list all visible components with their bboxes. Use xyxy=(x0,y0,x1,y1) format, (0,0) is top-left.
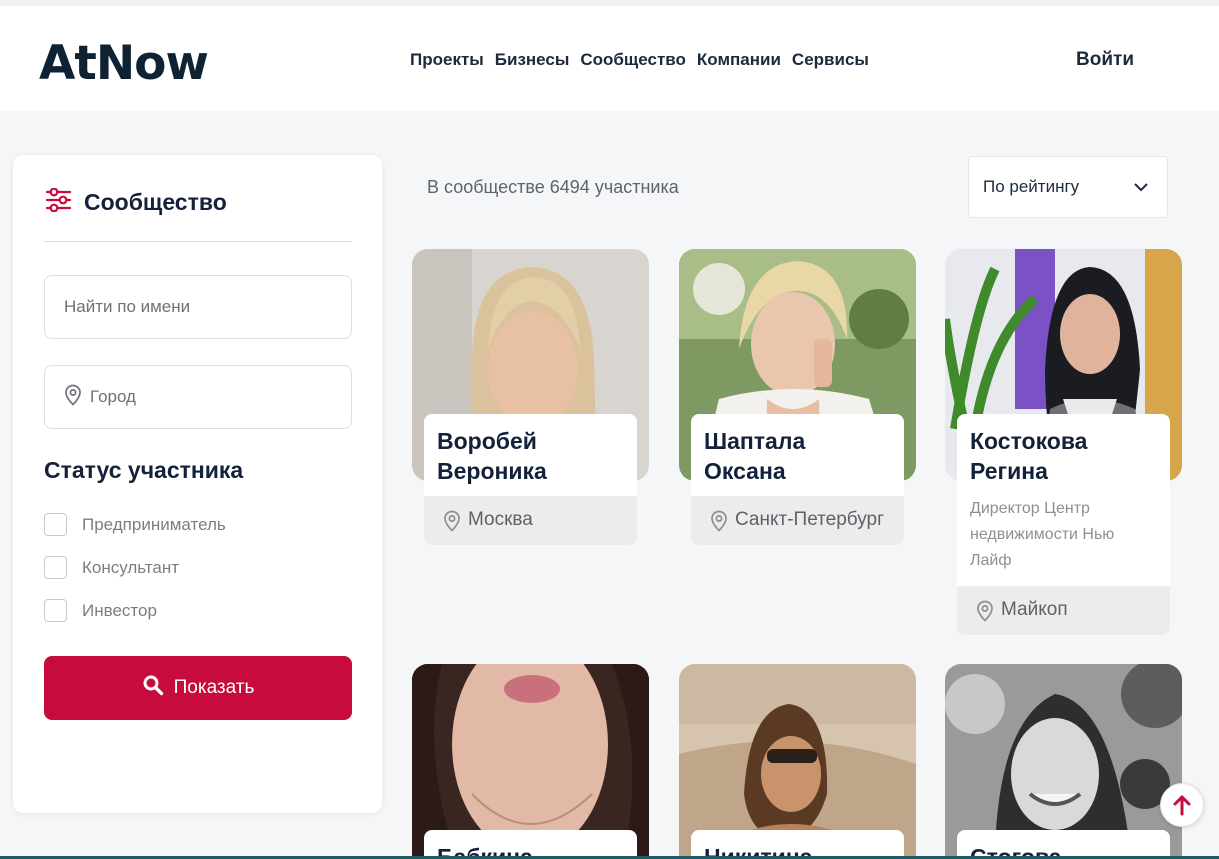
scroll-to-top-button[interactable] xyxy=(1160,783,1204,827)
status-title: Статус участника xyxy=(44,457,244,483)
checkbox[interactable] xyxy=(44,599,67,622)
arrow-up-icon xyxy=(1173,795,1191,816)
sort-value: По рейтингу xyxy=(983,177,1080,196)
location-pin-icon xyxy=(444,510,460,532)
member-location: Майкоп xyxy=(957,586,1170,635)
member-name[interactable]: Стогова xyxy=(957,830,1170,859)
city-input[interactable] xyxy=(90,387,351,407)
status-label: Инвестор xyxy=(82,600,157,620)
name-search-input[interactable] xyxy=(64,297,351,317)
location-pin-icon xyxy=(977,600,993,622)
nav-community[interactable]: Сообщество xyxy=(580,50,686,70)
site-header: AtNow Проекты Бизнесы Сообщество Компани… xyxy=(0,6,1219,111)
member-info: Шаптала Оксана Санкт-Петербург xyxy=(691,414,904,545)
member-name[interactable]: Никитина xyxy=(691,830,904,859)
sliders-icon xyxy=(45,187,72,217)
checkbox[interactable] xyxy=(44,556,67,579)
show-button[interactable]: Показать xyxy=(44,656,352,720)
member-info: Бабкина xyxy=(424,830,637,859)
location-pin-icon xyxy=(711,510,727,532)
member-info: Стогова xyxy=(957,830,1170,859)
status-option-entrepreneur[interactable]: Предприниматель xyxy=(44,513,226,536)
member-city: Санкт-Петербург xyxy=(735,509,885,530)
member-name[interactable]: Бабкина xyxy=(424,830,637,859)
search-icon xyxy=(142,674,164,702)
member-name[interactable]: Костокова Регина xyxy=(957,414,1170,496)
member-location: Москва xyxy=(424,496,637,545)
divider xyxy=(44,241,352,242)
member-role: Директор Центр недвижимости Нью Лайф xyxy=(970,500,1115,569)
nav-projects[interactable]: Проекты xyxy=(410,50,484,70)
login-button[interactable]: Войти xyxy=(1076,49,1134,71)
member-city: Майкоп xyxy=(1001,599,1068,620)
nav-businesses[interactable]: Бизнесы xyxy=(495,50,570,70)
member-name[interactable]: Воробей Вероника xyxy=(424,414,637,496)
members-count: В сообществе 6494 участника xyxy=(427,177,679,197)
logo[interactable]: AtNow xyxy=(39,36,209,91)
checkbox[interactable] xyxy=(44,513,67,536)
show-button-label: Показать xyxy=(173,677,255,698)
member-info: Костокова Регина Директор Центр недвижим… xyxy=(957,414,1170,635)
chevron-down-icon xyxy=(1133,179,1149,200)
city-field xyxy=(44,365,352,429)
name-search-field xyxy=(44,275,352,339)
member-location: Санкт-Петербург xyxy=(691,496,904,545)
member-info: Никитина xyxy=(691,830,904,859)
location-pin-icon xyxy=(64,384,82,411)
nav-companies[interactable]: Компании xyxy=(697,50,781,70)
status-option-investor[interactable]: Инвестор xyxy=(44,599,157,622)
member-name[interactable]: Шаптала Оксана xyxy=(691,414,904,496)
filter-sidebar: Сообщество Статус участника Предпринимат… xyxy=(13,155,382,813)
sort-select[interactable]: По рейтингу xyxy=(968,156,1168,218)
status-option-consultant[interactable]: Консультант xyxy=(44,556,179,579)
nav-services[interactable]: Сервисы xyxy=(792,50,869,70)
status-label: Консультант xyxy=(82,557,180,577)
sidebar-header: Сообщество xyxy=(45,187,227,217)
sidebar-title: Сообщество xyxy=(84,189,227,215)
member-city: Москва xyxy=(468,509,533,530)
status-label: Предприниматель xyxy=(82,514,226,534)
member-info: Воробей Вероника Москва xyxy=(424,414,637,545)
main-nav: Проекты Бизнесы Сообщество Компании Серв… xyxy=(410,50,869,70)
